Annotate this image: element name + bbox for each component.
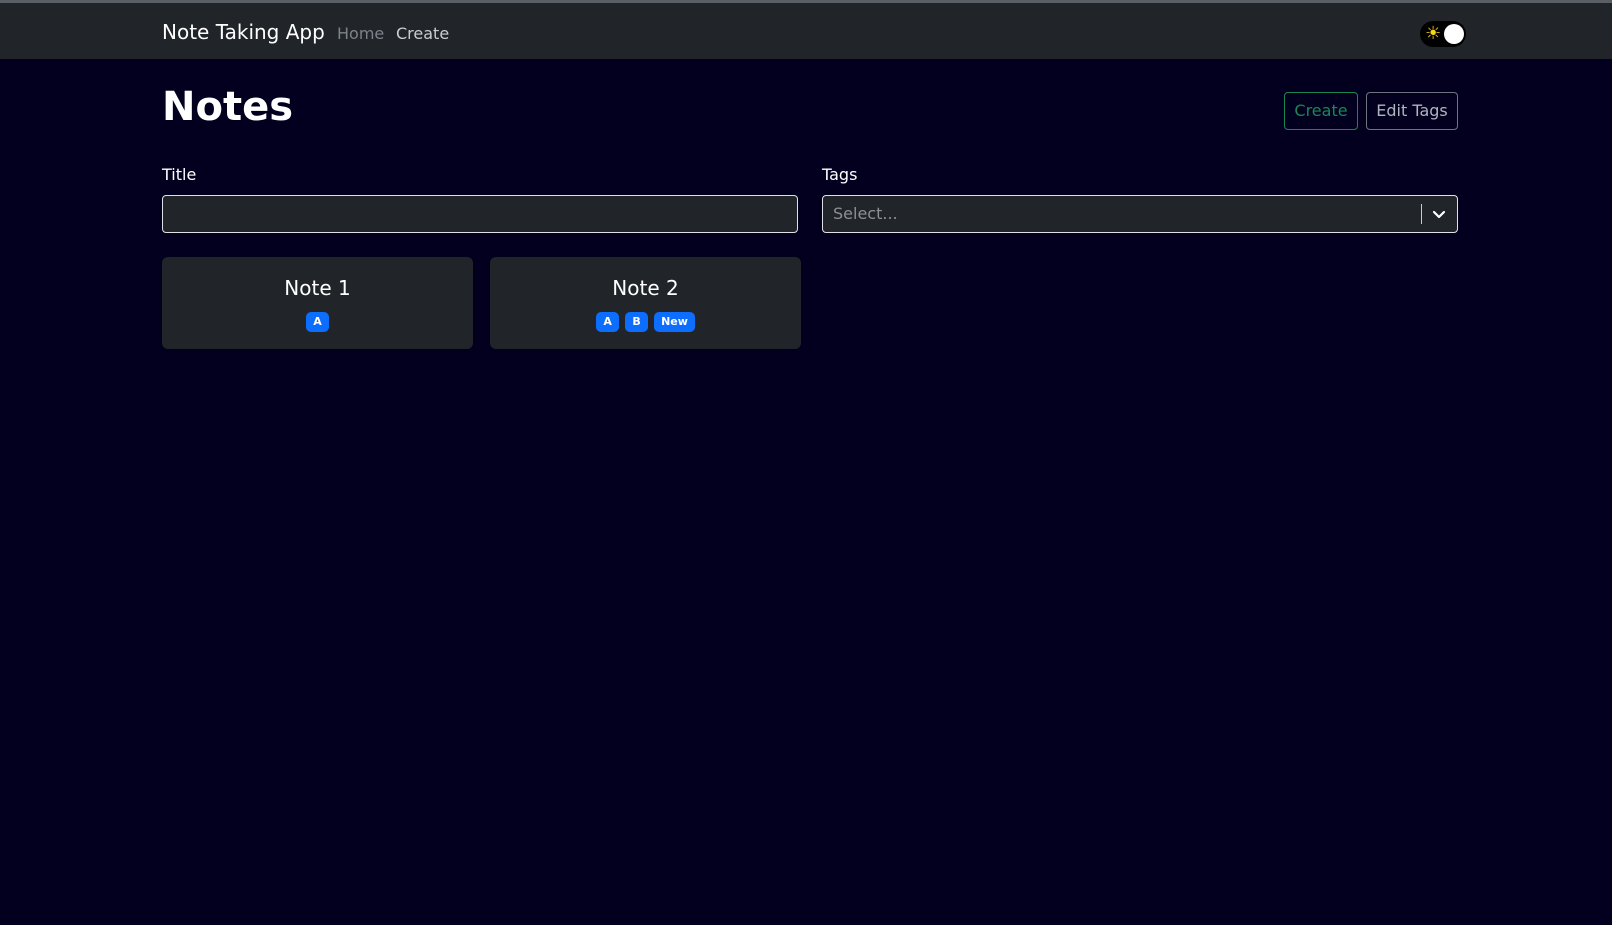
theme-toggle[interactable]: ☀ — [1420, 21, 1466, 47]
note-card[interactable]: Note 2 A B New — [490, 257, 801, 349]
edit-tags-button[interactable]: Edit Tags — [1366, 92, 1458, 130]
note-tags: A B New — [490, 312, 801, 332]
page-title: Notes — [162, 84, 294, 130]
toggle-knob — [1444, 24, 1464, 44]
tag-badge: A — [596, 312, 620, 332]
tags-placeholder: Select... — [833, 204, 898, 223]
tags-select[interactable]: Select... — [822, 195, 1458, 233]
tag-badge: New — [654, 312, 695, 332]
sun-icon: ☀ — [1425, 23, 1442, 44]
create-button[interactable]: Create — [1284, 92, 1358, 130]
note-tags: A — [162, 312, 473, 332]
title-input[interactable] — [162, 195, 798, 233]
note-card[interactable]: Note 1 A — [162, 257, 473, 349]
note-title: Note 1 — [284, 276, 351, 300]
tags-label: Tags — [822, 165, 858, 184]
tag-badge: A — [306, 312, 329, 332]
nav-link-create[interactable]: Create — [396, 22, 449, 46]
nav-link-home[interactable]: Home — [337, 22, 384, 46]
chevron-down-icon[interactable] — [1431, 206, 1447, 222]
tags-separator — [1421, 204, 1422, 224]
navbar: Note Taking App Home Create ☀ — [0, 3, 1612, 59]
tag-badge: B — [625, 312, 649, 332]
note-title: Note 2 — [612, 276, 679, 300]
brand-link[interactable]: Note Taking App — [162, 18, 325, 46]
title-label: Title — [162, 165, 197, 184]
